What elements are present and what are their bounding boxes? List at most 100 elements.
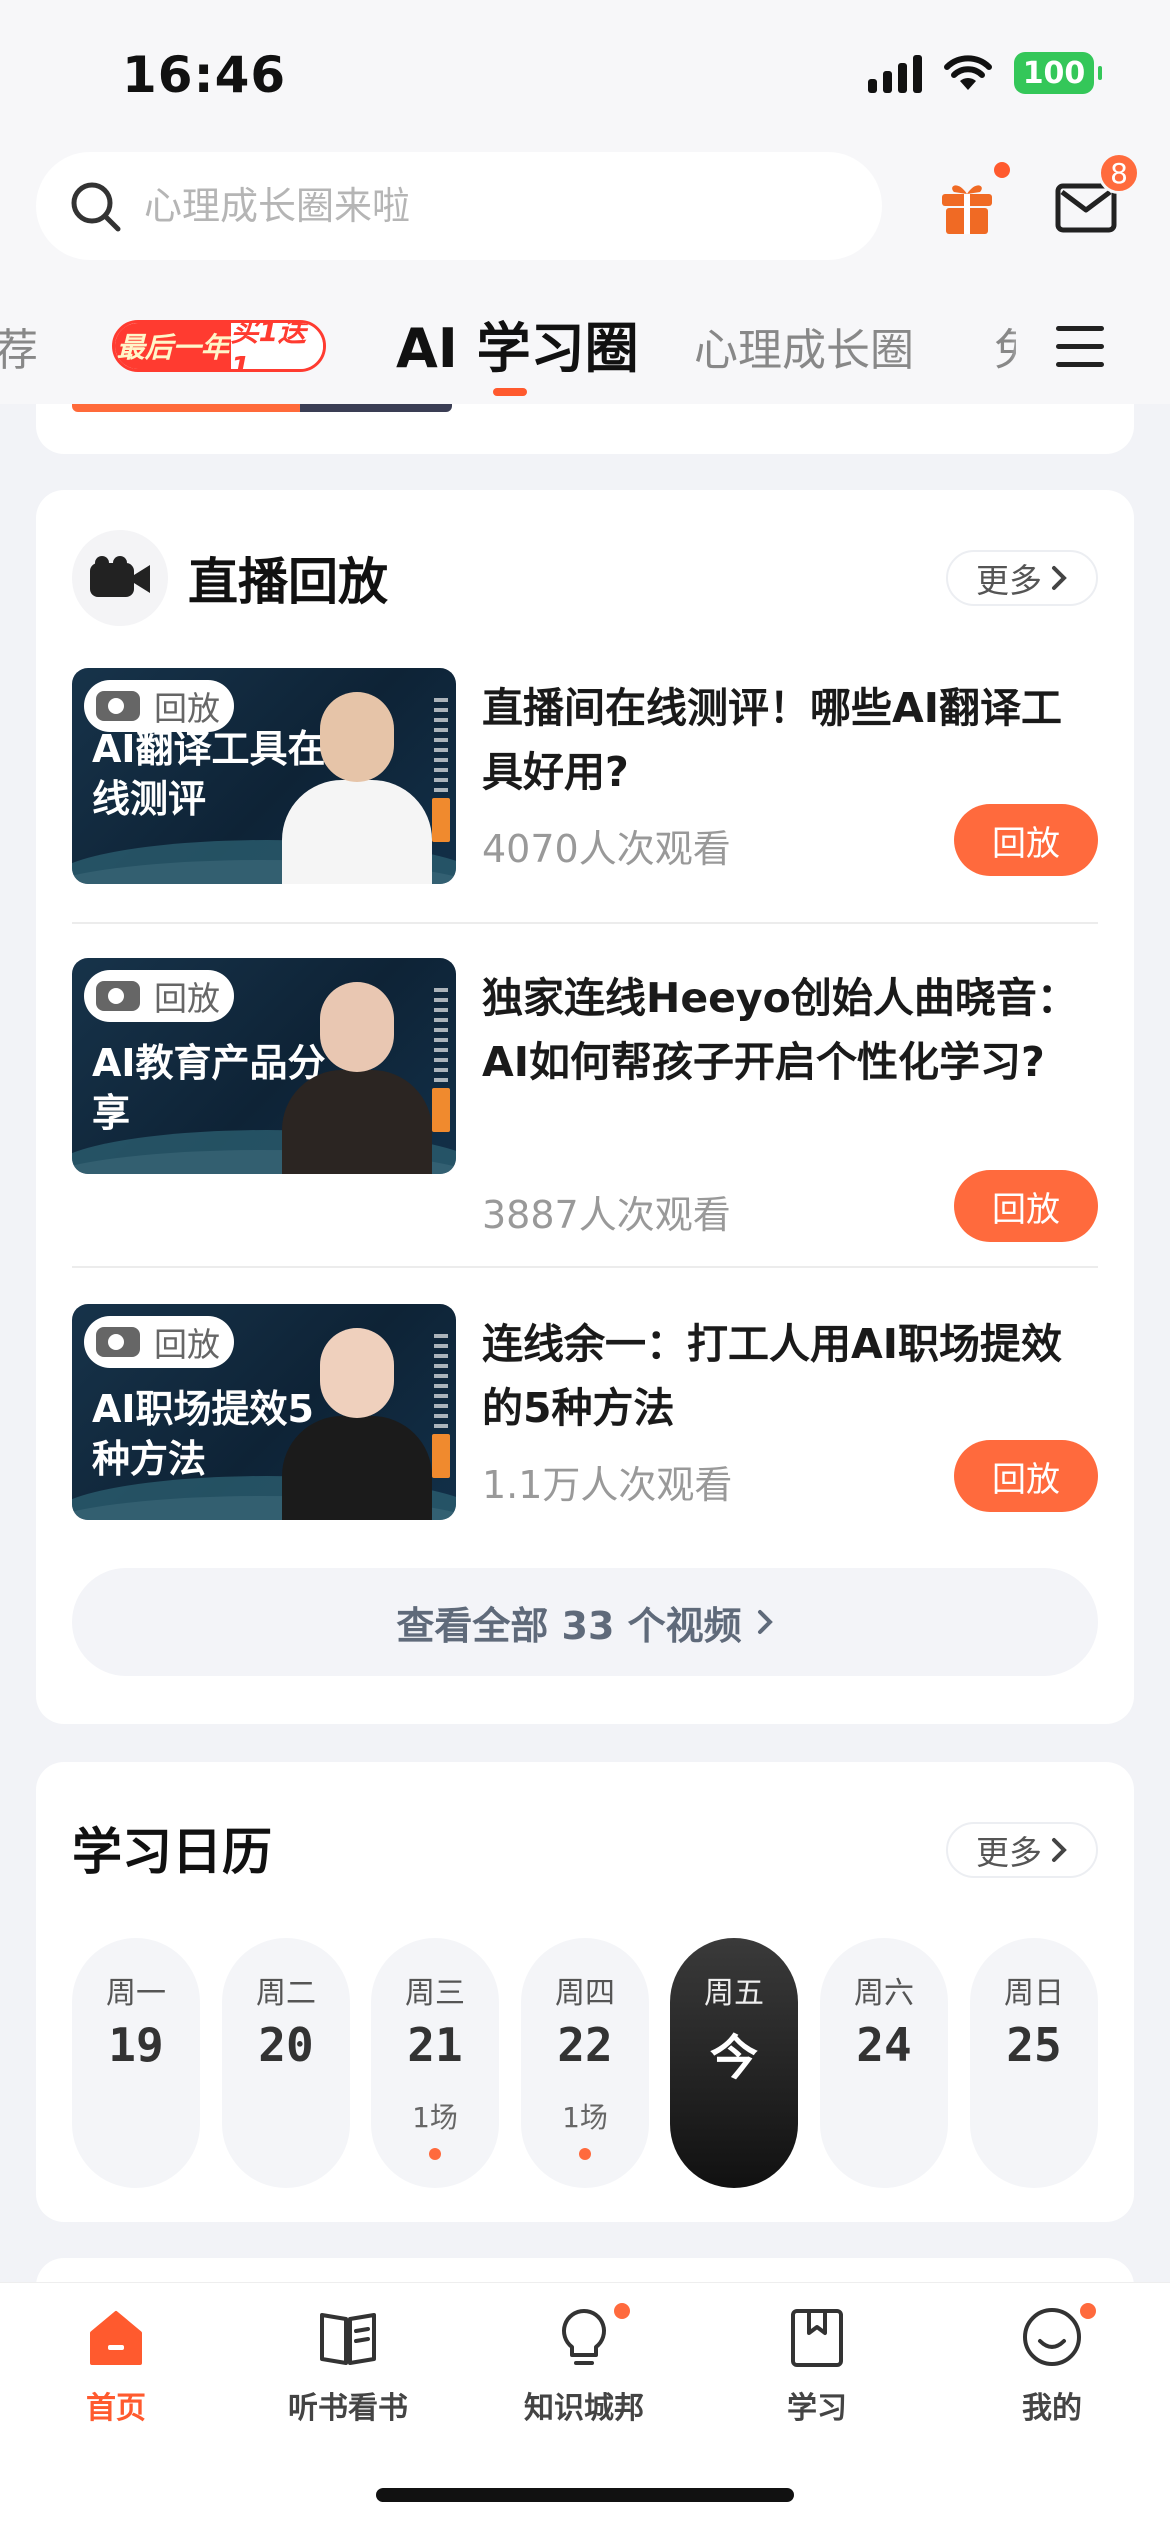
video-views: 4070人次观看 — [482, 827, 731, 871]
nav-knowledge-dot — [614, 2303, 630, 2319]
live-replay-card: 直播回放 更多 AI翻译工具在线测评 回放 直播间在线测评！哪些AI翻译工具好用… — [36, 490, 1134, 1724]
search-input[interactable] — [144, 184, 844, 228]
day-weekday: 周六 — [854, 1976, 914, 2011]
day-date: 19 — [108, 2018, 164, 2072]
search-icon — [71, 182, 121, 232]
day-date: 22 — [557, 2018, 613, 2072]
video-thumbnail[interactable]: AI教育产品分享 回放 — [72, 958, 456, 1174]
calendar-day-today[interactable]: 周五 今 — [670, 1938, 798, 2188]
nav-books[interactable]: 听书看书 — [258, 2305, 438, 2427]
tab-promo[interactable]: 最后一年 买1送1 — [112, 320, 326, 372]
more-label: 更多 — [976, 561, 1042, 600]
nav-knowledge-label: 知识城邦 — [524, 2391, 644, 2426]
day-session-count: 1场 — [562, 2101, 608, 2134]
wifi-icon — [944, 55, 992, 90]
presenter-image — [282, 688, 432, 884]
replay-tag: 回放 — [84, 970, 234, 1022]
live-replay-more-button[interactable]: 更多 — [946, 550, 1098, 606]
calendar-days: 周一 19 周二 20 周三 21 1场 周四 22 1场 周五 今 周六 24… — [72, 1938, 1098, 2188]
nav-knowledge[interactable]: 知识城邦 — [494, 2303, 674, 2427]
day-weekday: 周一 — [106, 1976, 166, 2011]
bookmark-book-icon — [791, 2309, 843, 2367]
video-title[interactable]: 直播间在线测评！哪些AI翻译工具好用? — [482, 676, 1098, 804]
book-icon — [320, 2313, 376, 2365]
promo-right-label: 买1送1 — [230, 323, 323, 369]
calendar-title: 学习日历 — [72, 1823, 272, 1881]
day-weekday: 周三 — [405, 1976, 465, 2011]
day-event-dot — [579, 2148, 591, 2160]
previous-card-strip — [72, 404, 452, 412]
tab-psychology[interactable]: 心理成长圈 — [694, 314, 914, 378]
gift-notification-dot — [994, 162, 1010, 178]
more-label: 更多 — [976, 1833, 1042, 1872]
day-date: 今 — [709, 2030, 758, 2086]
replay-button[interactable]: 回放 — [954, 1440, 1098, 1512]
signal-icon — [868, 53, 922, 93]
replay-tag: 回放 — [84, 680, 234, 732]
tab-recommend[interactable]: 荐 — [0, 314, 38, 378]
replay-button[interactable]: 回放 — [954, 804, 1098, 876]
battery-icon: 100 — [1014, 52, 1102, 94]
camera-icon — [96, 691, 140, 721]
day-weekday: 周日 — [1004, 1976, 1064, 2011]
camera-icon — [96, 981, 140, 1011]
gift-icon[interactable] — [938, 176, 996, 236]
chevron-right-icon — [757, 1610, 773, 1634]
video-thumbnail[interactable]: AI翻译工具在线测评 回放 — [72, 668, 456, 884]
video-item[interactable]: AI职场提效5种方法 回放 连线余一：打工人用AI职场提效的5种方法 1.1万人… — [72, 1304, 1098, 1524]
replay-button[interactable]: 回放 — [954, 1170, 1098, 1242]
calendar-more-button[interactable]: 更多 — [946, 1822, 1098, 1878]
tab-ai-learning[interactable]: AI 学习圈 — [396, 304, 639, 383]
divider — [72, 922, 1098, 924]
study-calendar-card: 学习日历 更多 周一 19 周二 20 周三 21 1场 周四 22 1场 周五… — [36, 1762, 1134, 2222]
view-all-label: 查看全部 33 个视频 — [396, 1603, 742, 1648]
lightbulb-icon — [562, 2309, 606, 2365]
nav-study[interactable]: 学习 — [727, 2305, 907, 2427]
calendar-day[interactable]: 周一 19 — [72, 1938, 200, 2188]
day-weekday: 周二 — [256, 1976, 316, 2011]
presenter-image — [282, 978, 432, 1174]
video-item[interactable]: AI翻译工具在线测评 回放 直播间在线测评！哪些AI翻译工具好用? 4070人次… — [72, 668, 1098, 888]
status-time: 16:46 — [122, 46, 287, 104]
nav-mine-dot — [1080, 2303, 1096, 2319]
category-tabs: 荐 最后一年 买1送1 AI 学习圈 心理成长圈 免 — [0, 300, 1170, 404]
live-replay-title: 直播回放 — [188, 553, 388, 611]
calendar-day[interactable]: 周二 20 — [222, 1938, 350, 2188]
video-thumbnail[interactable]: AI职场提效5种方法 回放 — [72, 1304, 456, 1520]
nav-books-label: 听书看书 — [288, 2391, 408, 2426]
live-replay-header: 直播回放 — [72, 530, 388, 626]
calendar-day[interactable]: 周日 25 — [970, 1938, 1098, 2188]
nav-study-label: 学习 — [787, 2391, 847, 2426]
video-views: 1.1万人次观看 — [482, 1463, 733, 1507]
nav-mine[interactable]: 我的 — [962, 2303, 1142, 2427]
day-weekday: 周四 — [555, 1976, 615, 2011]
search-bar[interactable] — [36, 152, 882, 260]
video-title[interactable]: 连线余一：打工人用AI职场提效的5种方法 — [482, 1312, 1098, 1440]
replay-tag: 回放 — [84, 1316, 234, 1368]
top-bar: 16:46 100 8 荐 最后一年 买1送1 — [0, 0, 1170, 404]
video-title[interactable]: 独家连线Heeyo创始人曲晓音：AI如何帮孩子开启个性化学习? — [482, 966, 1098, 1094]
video-views: 3887人次观看 — [482, 1193, 731, 1237]
nav-mine-label: 我的 — [1022, 2391, 1082, 2426]
day-weekday: 周五 — [704, 1976, 764, 2011]
chevron-right-icon — [1052, 566, 1067, 590]
view-all-videos-button[interactable]: 查看全部 33 个视频 — [72, 1568, 1098, 1676]
calendar-day[interactable]: 周四 22 1场 — [521, 1938, 649, 2188]
smiley-icon — [1023, 2308, 1081, 2366]
chevron-right-icon — [1052, 1838, 1067, 1862]
mail-badge: 8 — [1098, 152, 1140, 194]
tabs-fade — [1010, 300, 1040, 404]
day-date: 20 — [258, 2018, 314, 2072]
video-item[interactable]: AI教育产品分享 回放 独家连线Heeyo创始人曲晓音：AI如何帮孩子开启个性化… — [72, 958, 1098, 1242]
nav-home[interactable]: 首页 — [26, 2305, 206, 2427]
menu-icon[interactable] — [1050, 316, 1110, 376]
home-icon — [90, 2311, 142, 2365]
calendar-day[interactable]: 周三 21 1场 — [371, 1938, 499, 2188]
home-indicator — [376, 2488, 794, 2502]
day-date: 25 — [1006, 2018, 1062, 2072]
calendar-day[interactable]: 周六 24 — [820, 1938, 948, 2188]
video-camera-icon — [72, 530, 168, 626]
status-icons: 100 — [868, 52, 1102, 94]
nav-home-label: 首页 — [86, 2391, 146, 2426]
promo-left-label: 最后一年 — [115, 323, 231, 369]
